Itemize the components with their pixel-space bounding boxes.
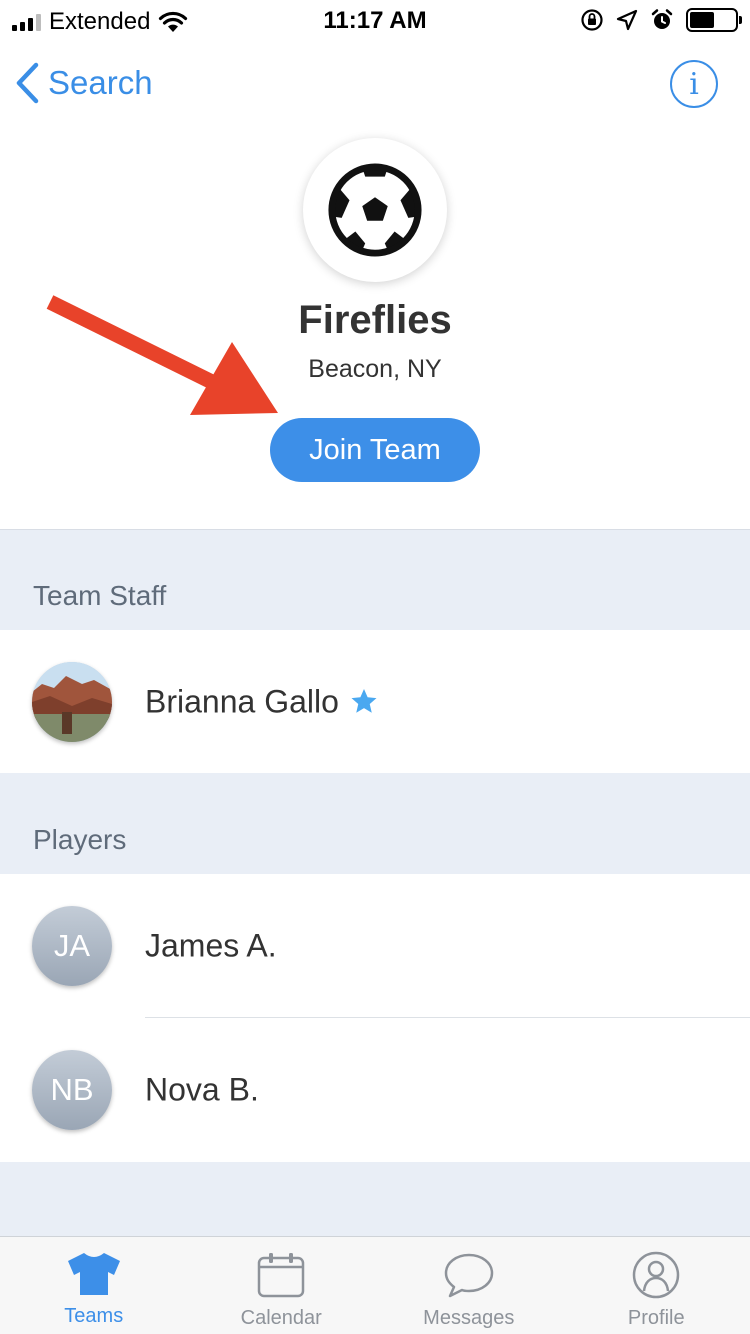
player-row[interactable]: JA James A.	[0, 874, 750, 1017]
avatar: JA	[32, 906, 112, 986]
rotation-lock-icon	[581, 9, 603, 31]
member-name: James A.	[145, 927, 277, 963]
profile-photo-icon	[32, 662, 112, 742]
tab-messages[interactable]: Messages	[375, 1237, 563, 1334]
tab-label: Messages	[423, 1307, 515, 1329]
tab-label: Calendar	[240, 1307, 322, 1329]
staff-row[interactable]: Brianna Gallo	[0, 630, 750, 773]
player-row[interactable]: NB Nova B.	[0, 1018, 750, 1161]
person-icon	[633, 1251, 680, 1299]
tab-label: Teams	[64, 1305, 124, 1327]
team-name: Fireflies	[298, 298, 452, 342]
tab-bar: Teams Calendar Messages Profile	[0, 1236, 750, 1334]
star-icon	[351, 689, 377, 713]
section-header-players: Players	[0, 773, 750, 874]
member-name: Brianna Gallo	[145, 683, 379, 720]
join-team-button[interactable]: Join Team	[270, 418, 480, 482]
battery-icon	[686, 8, 742, 32]
info-button[interactable]: i	[670, 60, 718, 108]
alarm-icon	[651, 9, 673, 29]
calendar-icon	[258, 1253, 305, 1298]
member-name: Nova B.	[145, 1071, 259, 1107]
chat-bubble-icon	[444, 1253, 493, 1298]
avatar	[32, 662, 112, 742]
status-bar: Extended 11:17 AM	[0, 0, 750, 40]
jersey-icon	[67, 1253, 120, 1295]
tab-calendar[interactable]: Calendar	[188, 1237, 376, 1334]
member-name-text: Brianna Gallo	[145, 683, 339, 719]
soccer-ball-icon	[328, 163, 422, 257]
info-icon: i	[689, 66, 699, 102]
section-header-staff: Team Staff	[0, 530, 750, 630]
avatar: NB	[32, 1050, 112, 1130]
tab-label: Profile	[627, 1307, 685, 1329]
team-location: Beacon, NY	[308, 355, 442, 383]
empty-area	[0, 1162, 750, 1236]
back-button[interactable]: Search	[14, 62, 153, 104]
tab-profile[interactable]: Profile	[563, 1237, 750, 1334]
section-title: Team Staff	[33, 580, 167, 611]
team-logo	[303, 138, 447, 282]
status-right	[580, 8, 742, 32]
back-label: Search	[48, 64, 153, 101]
tab-teams[interactable]: Teams	[0, 1237, 188, 1334]
section-title: Players	[33, 824, 127, 855]
location-icon	[616, 9, 638, 31]
chevron-left-icon	[16, 62, 39, 104]
